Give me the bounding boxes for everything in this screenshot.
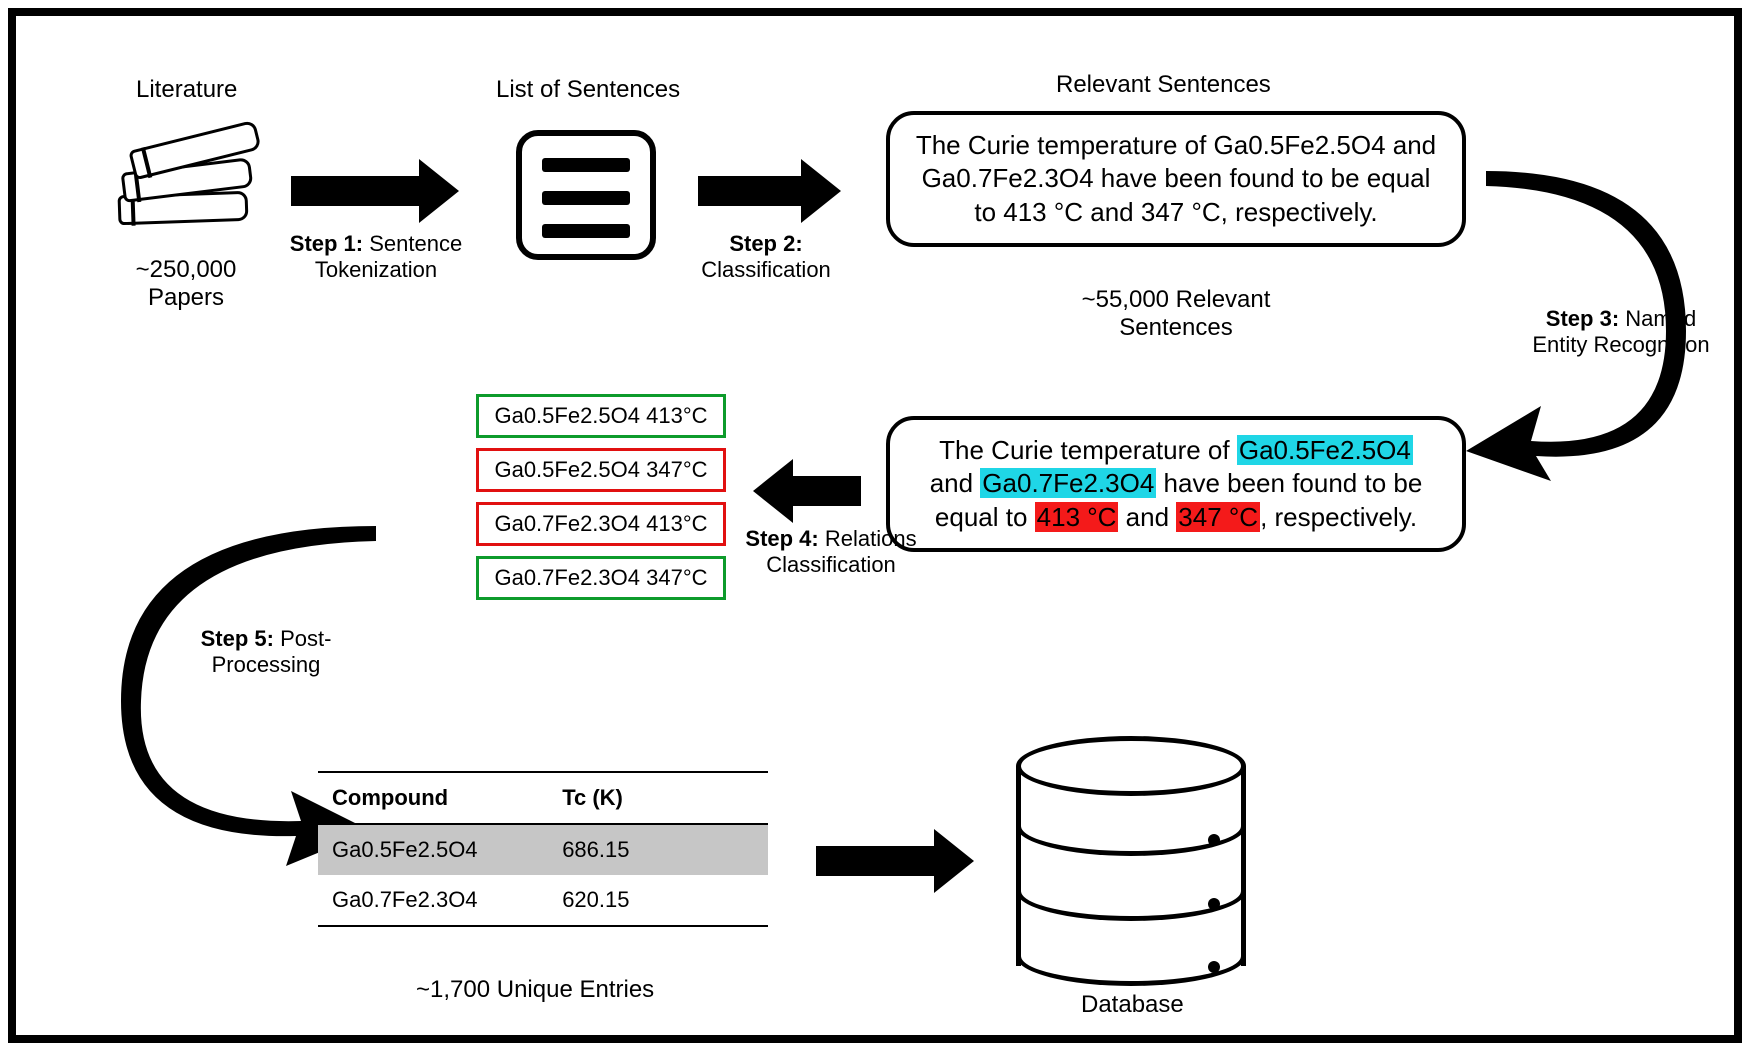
table-row: Ga0.5Fe2.5O4 686.15 xyxy=(318,825,768,875)
database-icon xyxy=(1016,736,1246,976)
books-icon xyxy=(116,131,256,241)
literature-count: ~250,000 Papers xyxy=(106,256,266,312)
list-icon xyxy=(516,130,656,260)
step2-label: Step 2: Classification xyxy=(676,231,856,284)
cell-tc: 686.15 xyxy=(562,837,754,863)
results-table: Compound Tc (K) Ga0.5Fe2.5O4 686.15 Ga0.… xyxy=(318,771,768,927)
step4-bold: Step 4: xyxy=(745,526,818,551)
arrow-icon xyxy=(791,476,861,506)
list-title: List of Sentences xyxy=(496,76,680,104)
ner-prefix: The Curie temperature of xyxy=(939,435,1237,465)
ner-mid1: and xyxy=(930,468,981,498)
table-header: Compound Tc (K) xyxy=(318,773,768,823)
relevant-sentence-text: The Curie temperature of Ga0.5Fe2.5O4 an… xyxy=(916,130,1436,227)
relation-pair-valid: Ga0.5Fe2.5O4 413°C xyxy=(476,394,726,438)
ner-suffix: , respectively. xyxy=(1260,502,1417,532)
arrow-icon xyxy=(291,176,421,206)
ner-value-2: 347 °C xyxy=(1176,502,1260,532)
relevant-title: Relevant Sentences xyxy=(1056,71,1271,99)
relation-pair-invalid: Ga0.5Fe2.5O4 347°C xyxy=(476,448,726,492)
col-tc: Tc (K) xyxy=(562,785,754,811)
step4-label: Step 4: Relations Classification xyxy=(736,526,926,579)
relevant-count: ~55,000 Relevant Sentences xyxy=(1056,286,1296,342)
cell-compound: Ga0.7Fe2.3O4 xyxy=(332,887,562,913)
cell-tc: 620.15 xyxy=(562,887,754,913)
relevant-sentence-box: The Curie temperature of Ga0.5Fe2.5O4 an… xyxy=(886,111,1466,247)
step2-bold: Step 2: xyxy=(729,231,802,256)
ner-value-1: 413 °C xyxy=(1035,502,1119,532)
col-compound: Compound xyxy=(332,785,562,811)
step1-bold: Step 1: xyxy=(290,231,363,256)
step5-label: Step 5: Post-Processing xyxy=(186,626,346,679)
step5-bold: Step 5: xyxy=(201,626,274,651)
relation-pair-invalid: Ga0.7Fe2.3O4 413°C xyxy=(476,502,726,546)
relation-pairs: Ga0.5Fe2.5O4 413°C Ga0.5Fe2.5O4 347°C Ga… xyxy=(476,394,726,610)
table-count: ~1,700 Unique Entries xyxy=(416,976,654,1004)
ner-compound-1: Ga0.5Fe2.5O4 xyxy=(1237,435,1413,465)
arrow-icon xyxy=(698,176,803,206)
relation-pair-valid: Ga0.7Fe2.3O4 347°C xyxy=(476,556,726,600)
arrow-icon xyxy=(816,846,936,876)
literature-title: Literature xyxy=(136,76,237,104)
step3-bold: Step 3: xyxy=(1546,306,1619,331)
diagram-frame: Literature ~250,000 Papers Step 1: Sente… xyxy=(8,8,1742,1043)
step3-label: Step 3: Named Entity Recognition xyxy=(1526,306,1716,359)
step1-label: Step 1: Sentence Tokenization xyxy=(276,231,476,284)
cell-compound: Ga0.5Fe2.5O4 xyxy=(332,837,562,863)
ner-compound-2: Ga0.7Fe2.3O4 xyxy=(980,468,1156,498)
ner-mid3: and xyxy=(1118,502,1176,532)
database-title: Database xyxy=(1081,991,1184,1019)
table-row: Ga0.7Fe2.3O4 620.15 xyxy=(318,875,768,925)
ner-sentence-box: The Curie temperature of Ga0.5Fe2.5O4 an… xyxy=(886,416,1466,552)
step2-text: Classification xyxy=(701,257,831,282)
